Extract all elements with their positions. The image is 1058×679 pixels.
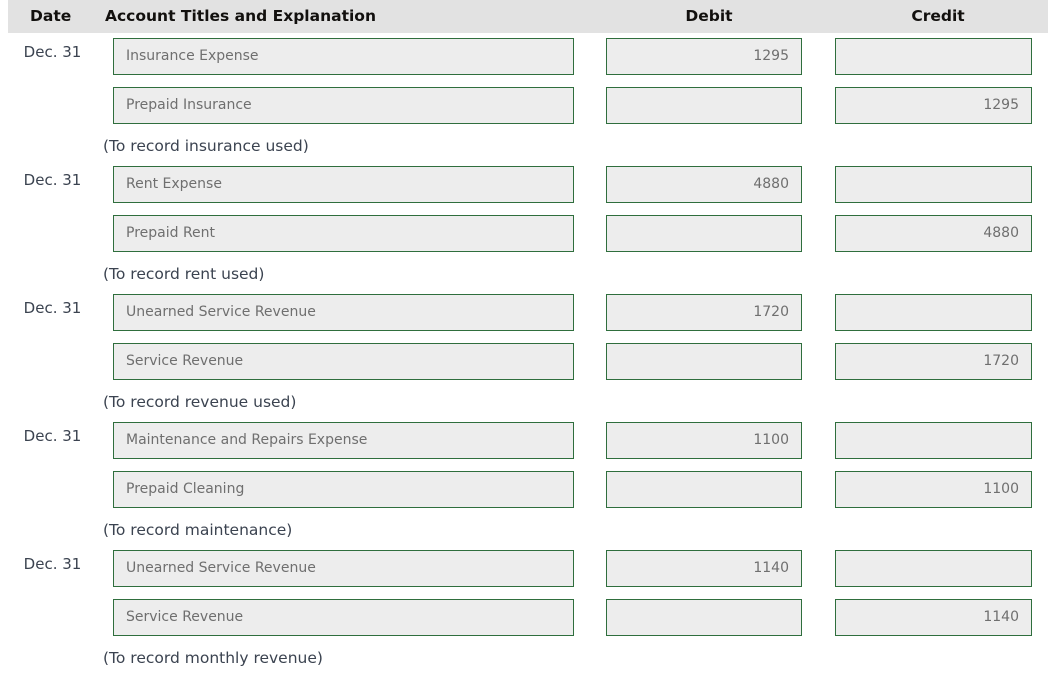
entry-memo: (To record monthly revenue) bbox=[103, 649, 323, 667]
journal-entry-table: Date Account Titles and Explanation Debi… bbox=[0, 0, 1058, 679]
column-header-account: Account Titles and Explanation bbox=[105, 7, 376, 25]
account-title-input[interactable]: Prepaid Cleaning bbox=[113, 471, 574, 508]
column-header-debit: Debit bbox=[685, 7, 733, 25]
table-row: Dec. 31 Unearned Service Revenue 1140 bbox=[0, 545, 1058, 594]
column-header-credit: Credit bbox=[911, 7, 965, 25]
entry-date: Dec. 31 bbox=[23, 171, 82, 189]
credit-amount-input[interactable]: 1295 bbox=[835, 87, 1032, 124]
credit-amount-input[interactable]: 1140 bbox=[835, 599, 1032, 636]
account-title-input[interactable]: Service Revenue bbox=[113, 599, 574, 636]
credit-amount-input[interactable] bbox=[835, 422, 1032, 459]
credit-amount-input[interactable]: 4880 bbox=[835, 215, 1032, 252]
account-title-input[interactable]: Service Revenue bbox=[113, 343, 574, 380]
credit-amount-input[interactable]: 1100 bbox=[835, 471, 1032, 508]
account-title-input[interactable]: Unearned Service Revenue bbox=[113, 294, 574, 331]
journal-entry: Dec. 31 Maintenance and Repairs Expense 11… bbox=[0, 417, 1058, 545]
account-title-input[interactable]: Rent Expense bbox=[113, 166, 574, 203]
account-title-input[interactable]: Insurance Expense bbox=[113, 38, 574, 75]
table-row: Prepaid Insurance 1295 bbox=[0, 82, 1058, 131]
entry-memo: (To record revenue used) bbox=[103, 393, 297, 411]
table-row: Dec. 31 Rent Expense 4880 bbox=[0, 161, 1058, 210]
debit-amount-input[interactable]: 1140 bbox=[606, 550, 802, 587]
table-row: Dec. 31 Insurance Expense 1295 bbox=[0, 33, 1058, 82]
entry-date: Dec. 31 bbox=[23, 299, 82, 317]
table-row: Dec. 31 Maintenance and Repairs Expense 11… bbox=[0, 417, 1058, 466]
debit-amount-input[interactable]: 1720 bbox=[606, 294, 802, 331]
entry-date: Dec. 31 bbox=[23, 555, 82, 573]
account-title-input[interactable]: Unearned Service Revenue bbox=[113, 550, 574, 587]
debit-amount-input[interactable]: 1295 bbox=[606, 38, 802, 75]
account-title-input[interactable]: Prepaid Insurance bbox=[113, 87, 574, 124]
entry-date: Dec. 31 bbox=[23, 43, 82, 61]
entry-memo: (To record insurance used) bbox=[103, 137, 309, 155]
journal-entry: Dec. 31 Unearned Service Revenue 1720 Servi… bbox=[0, 289, 1058, 417]
journal-entry: Dec. 31 Insurance Expense 1295 Prepaid Insu… bbox=[0, 33, 1058, 161]
credit-amount-input[interactable]: 1720 bbox=[835, 343, 1032, 380]
account-title-input[interactable]: Maintenance and Repairs Expense bbox=[113, 422, 574, 459]
entry-memo: (To record rent used) bbox=[103, 265, 265, 283]
account-title-input[interactable]: Prepaid Rent bbox=[113, 215, 574, 252]
credit-amount-input[interactable] bbox=[835, 38, 1032, 75]
journal-entry: Dec. 31 Unearned Service Revenue 1140 Servi… bbox=[0, 545, 1058, 673]
table-row: Dec. 31 Unearned Service Revenue 1720 bbox=[0, 289, 1058, 338]
entry-memo: (To record maintenance) bbox=[103, 521, 293, 539]
table-row: Service Revenue 1720 bbox=[0, 338, 1058, 387]
table-row: Prepaid Rent 4880 bbox=[0, 210, 1058, 259]
column-header-date: Date bbox=[30, 7, 72, 25]
debit-amount-input[interactable] bbox=[606, 599, 802, 636]
entry-date: Dec. 31 bbox=[23, 427, 82, 445]
debit-amount-input[interactable] bbox=[606, 343, 802, 380]
table-row: Prepaid Cleaning 1100 bbox=[0, 466, 1058, 515]
credit-amount-input[interactable] bbox=[835, 294, 1032, 331]
credit-amount-input[interactable] bbox=[835, 550, 1032, 587]
table-row: Service Revenue 1140 bbox=[0, 594, 1058, 643]
journal-entry: Dec. 31 Rent Expense 4880 Prepaid Rent 4880 (… bbox=[0, 161, 1058, 289]
credit-amount-input[interactable] bbox=[835, 166, 1032, 203]
table-header-row: Date Account Titles and Explanation Debi… bbox=[8, 0, 1048, 33]
debit-amount-input[interactable] bbox=[606, 215, 802, 252]
debit-amount-input[interactable] bbox=[606, 87, 802, 124]
debit-amount-input[interactable]: 4880 bbox=[606, 166, 802, 203]
debit-amount-input[interactable] bbox=[606, 471, 802, 508]
journal-entries-body: Dec. 31 Insurance Expense 1295 Prepaid Insu… bbox=[0, 33, 1058, 673]
debit-amount-input[interactable]: 1100 bbox=[606, 422, 802, 459]
